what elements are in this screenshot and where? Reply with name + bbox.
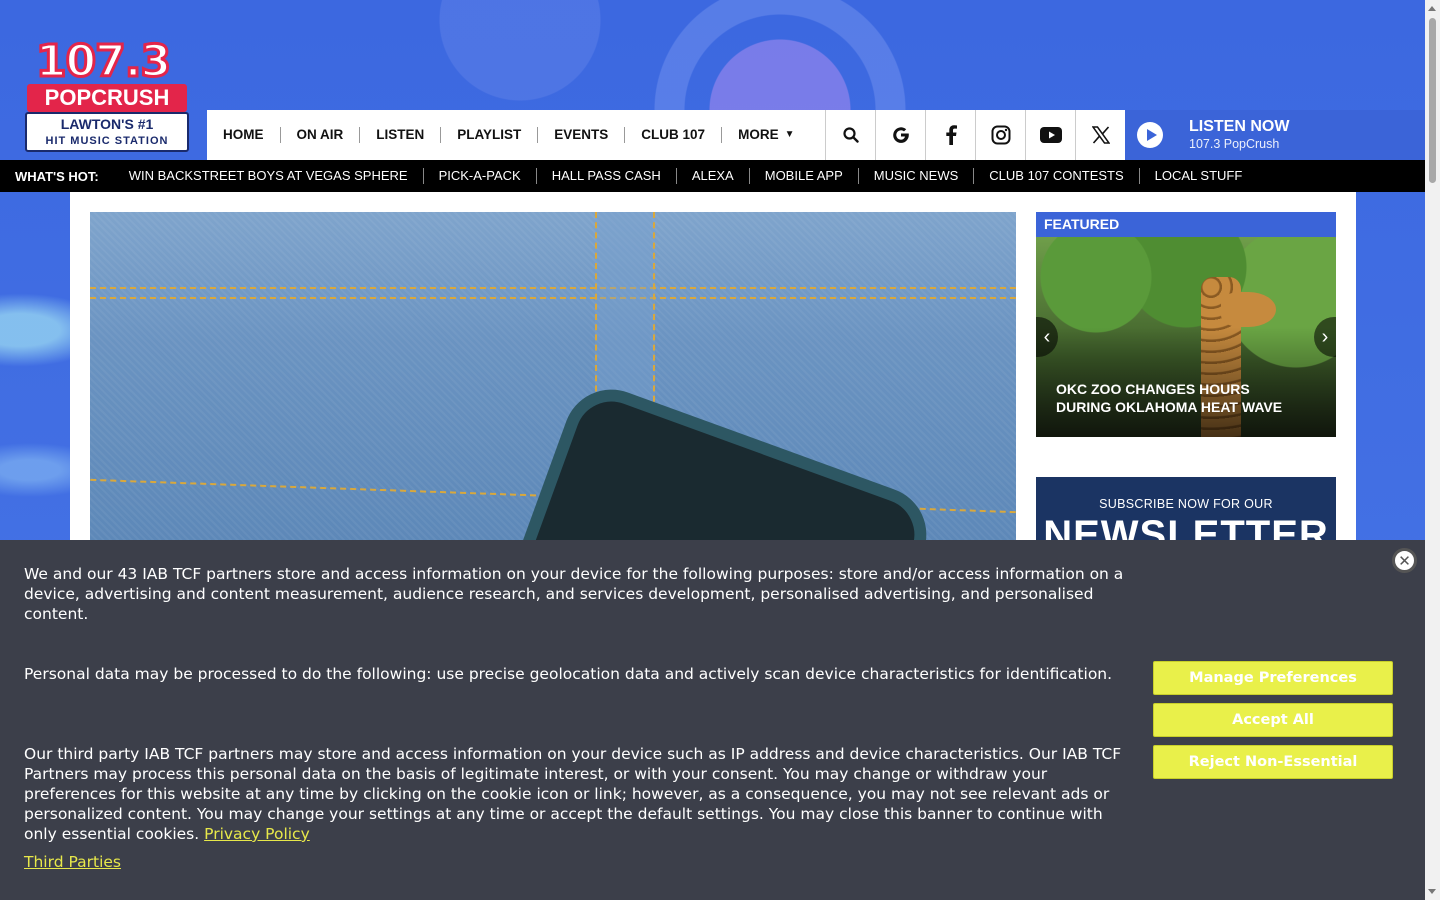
facebook-button[interactable] <box>925 110 975 160</box>
close-icon: ✕ <box>1398 551 1411 570</box>
consent-partners-body: Our third party IAB TCF partners may sto… <box>24 745 1122 843</box>
google-icon <box>892 127 909 143</box>
whats-hot-bar: WHAT'S HOT: WIN BACKSTREET BOYS AT VEGAS… <box>0 160 1425 192</box>
nav-label: PLAYLIST <box>457 127 522 142</box>
whats-hot-item[interactable]: HALL PASS CASH <box>537 168 677 184</box>
nav-club-107[interactable]: CLUB 107 <box>625 127 723 143</box>
article-hero-image[interactable] <box>90 212 1016 542</box>
nav-events[interactable]: EVENTS <box>538 127 626 143</box>
listen-now-text: LISTEN NOW 107.3 PopCrush <box>1189 118 1289 152</box>
featured-heading: FEATURED <box>1036 212 1336 237</box>
play-icon <box>1137 122 1163 148</box>
denim-seam <box>90 297 1016 299</box>
whats-hot-item[interactable]: MOBILE APP <box>750 168 859 184</box>
search-button[interactable] <box>825 110 875 160</box>
third-parties-row: Third Parties <box>24 852 121 872</box>
newsletter-kicker: SUBSCRIBE NOW FOR OUR <box>1099 497 1273 511</box>
nav-on-air[interactable]: ON AIR <box>281 127 361 143</box>
station-logo[interactable]: 107.3 POPCRUSH LAWTON'S #1 HIT MUSIC STA… <box>17 36 189 154</box>
consent-partners-text: Our third party IAB TCF partners may sto… <box>24 744 1129 844</box>
scroll-up-icon[interactable] <box>1428 6 1436 11</box>
nav-listen[interactable]: LISTEN <box>360 127 442 143</box>
social-icon-bar <box>825 110 1125 160</box>
nav-label: EVENTS <box>554 127 609 142</box>
search-icon <box>842 127 859 143</box>
listen-now-station: 107.3 PopCrush <box>1189 137 1280 151</box>
google-button[interactable] <box>875 110 925 160</box>
consent-processing-text: Personal data may be processed to do the… <box>24 665 1113 683</box>
logo-frequency: 107.3 <box>34 36 172 87</box>
accept-all-button[interactable]: Accept All <box>1153 703 1393 737</box>
facebook-icon <box>945 125 957 145</box>
logo-tagline: LAWTON'S #1 <box>60 116 154 132</box>
scroll-down-icon[interactable] <box>1428 889 1436 894</box>
nav-home[interactable]: HOME <box>207 127 281 143</box>
nav-more[interactable]: MORE ▼ <box>722 127 810 143</box>
nav-label: LISTEN <box>376 127 425 142</box>
whats-hot-item[interactable]: PICK-A-PACK <box>424 168 537 184</box>
whats-hot-label: WHAT'S HOT: <box>15 168 99 184</box>
youtube-icon <box>1039 127 1062 143</box>
logo-subtagline: HIT MUSIC STATION <box>45 135 169 147</box>
listen-now-button[interactable]: LISTEN NOW 107.3 PopCrush <box>1125 110 1425 160</box>
whats-hot-item[interactable]: MUSIC NEWS <box>859 168 975 184</box>
featured-caption[interactable]: OKC ZOO CHANGES HOURS DURING OKLAHOMA HE… <box>1056 380 1306 416</box>
main-nav: HOME ON AIR LISTEN PLAYLIST EVENTS CLUB … <box>207 110 825 160</box>
page-scrollbar[interactable] <box>1425 0 1440 900</box>
nav-label: CLUB 107 <box>641 127 706 142</box>
chevron-left-icon: ‹ <box>1043 325 1051 348</box>
featured-slide[interactable]: OKC ZOO CHANGES HOURS DURING OKLAHOMA HE… <box>1036 237 1336 437</box>
whats-hot-item[interactable]: WIN BACKSTREET BOYS AT VEGAS SPHERE <box>114 168 424 184</box>
manage-preferences-button[interactable]: Manage Preferences <box>1153 661 1393 695</box>
listen-now-title: LISTEN NOW <box>1189 118 1290 135</box>
denim-seam <box>90 287 1016 289</box>
third-parties-link[interactable]: Third Parties <box>24 853 121 871</box>
consent-purposes-text: We and our 43 IAB TCF partners store and… <box>24 565 1124 623</box>
chevron-down-icon: ▼ <box>784 129 795 140</box>
featured-carousel: FEATURED OKC ZOO CHANGES HOURS DURING OK… <box>1036 212 1336 437</box>
nav-label: HOME <box>223 127 264 142</box>
logo-brand: POPCRUSH <box>27 84 187 112</box>
logo-tagline-box: LAWTON'S #1 HIT MUSIC STATION <box>25 112 189 152</box>
reject-non-essential-button[interactable]: Reject Non-Essential <box>1153 745 1393 779</box>
chevron-right-icon: › <box>1321 325 1329 348</box>
cookie-consent-banner: ✕ We and our 43 IAB TCF partners store a… <box>0 540 1425 900</box>
scrollbar-thumb[interactable] <box>1429 18 1436 183</box>
whats-hot-item[interactable]: CLUB 107 CONTESTS <box>974 168 1140 184</box>
instagram-button[interactable] <box>975 110 1025 160</box>
whats-hot-item[interactable]: ALEXA <box>677 168 750 184</box>
whats-hot-item[interactable]: LOCAL STUFF <box>1140 168 1258 184</box>
nav-label: MORE <box>738 127 779 142</box>
privacy-policy-link[interactable]: Privacy Policy <box>204 825 310 843</box>
instagram-icon <box>991 125 1010 145</box>
x-button[interactable] <box>1075 110 1125 160</box>
nav-playlist[interactable]: PLAYLIST <box>441 127 539 143</box>
nav-label: ON AIR <box>296 127 344 142</box>
youtube-button[interactable] <box>1025 110 1075 160</box>
x-icon <box>1091 126 1110 144</box>
close-banner-button[interactable]: ✕ <box>1392 548 1417 573</box>
phone-in-pocket <box>480 376 940 542</box>
